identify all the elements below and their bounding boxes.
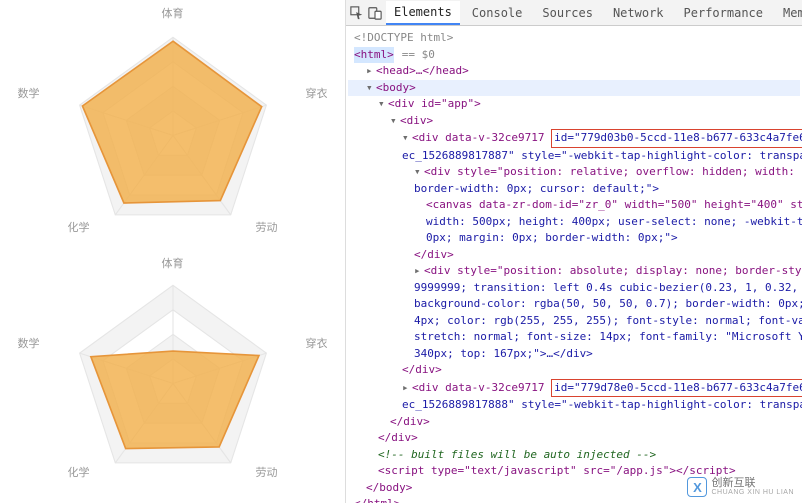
code-text: 0px; margin: 0px; border-width: 0px;"> <box>348 230 800 247</box>
code-text: ec_1526889817887" style="-webkit-tap-hig… <box>348 148 800 165</box>
chart-container-2[interactable]: ▸<div data-v-32ce9717 id="779d78e0-5ccd-… <box>348 379 800 398</box>
logo-icon: X <box>687 477 707 497</box>
device-toggle-icon[interactable] <box>368 4 382 22</box>
close-div: </div> <box>348 362 800 379</box>
tab-performance[interactable]: Performance <box>676 2 771 24</box>
close-div: </div> <box>348 247 800 264</box>
devtools-tab-bar: Elements Console Sources Network Perform… <box>346 0 802 26</box>
code-text: width: 500px; height: 400px; user-select… <box>348 214 800 231</box>
radar-chart-2: 体育 穿衣 劳动 化学 数学 <box>8 255 338 500</box>
close-div: </div> <box>348 414 800 431</box>
watermark-sub: CHUANG XIN HU LIAN <box>711 489 794 497</box>
html-close: </html> <box>348 496 800 503</box>
code-text: border-width: 0px; cursor: default;"> <box>348 181 800 198</box>
doctype-line: <!DOCTYPE html> <box>348 30 800 47</box>
code-text: stretch: normal; font-size: 14px; font-f… <box>348 329 800 346</box>
axis-label: 数学 <box>18 335 40 351</box>
axis-label: 劳动 <box>256 219 278 235</box>
axis-label: 穿衣 <box>306 85 328 101</box>
code-text: 4px; color: rgb(255, 255, 255); font-sty… <box>348 313 800 330</box>
tab-sources[interactable]: Sources <box>534 2 601 24</box>
head-node[interactable]: ▸<head>…</head> <box>348 63 800 80</box>
axis-label: 劳动 <box>256 464 278 480</box>
radar-chart-1: 体育 穿衣 劳动 化学 数学 <box>8 5 338 255</box>
div-app-node[interactable]: ▾<div id="app"> <box>348 96 800 113</box>
code-text: 340px; top: 167px;">…</div> <box>348 346 800 363</box>
dom-tree[interactable]: <!DOCTYPE html> <html>== $0 ▸<head>…</he… <box>346 26 802 503</box>
axis-label: 数学 <box>18 85 40 101</box>
tab-memory[interactable]: Memory <box>775 2 802 24</box>
canvas-node[interactable]: <canvas data-zr-dom-id="zr_0" width="500… <box>348 197 800 214</box>
tab-elements[interactable]: Elements <box>386 1 460 25</box>
watermark-brand: 创新互联 <box>711 477 794 489</box>
axis-label: 体育 <box>162 255 184 271</box>
html-open-line[interactable]: <html>== $0 <box>348 47 800 64</box>
relative-div-node[interactable]: ▾<div style="position: relative; overflo… <box>348 164 800 181</box>
axis-label: 化学 <box>68 464 90 480</box>
inspect-icon[interactable] <box>350 4 364 22</box>
code-text: ec_1526889817888" style="-webkit-tap-hig… <box>348 397 800 414</box>
close-div: </div> <box>348 430 800 447</box>
body-node[interactable]: ▾<body> <box>348 80 800 97</box>
code-text: 9999999; transition: left 0.4s cubic-bez… <box>348 280 800 297</box>
code-text: background-color: rgba(50, 50, 50, 0.7);… <box>348 296 800 313</box>
div-plain-node[interactable]: ▾<div> <box>348 113 800 130</box>
tab-network[interactable]: Network <box>605 2 672 24</box>
comment-line: <!-- built files will be auto injected -… <box>348 447 800 464</box>
charts-panel: 体育 穿衣 劳动 化学 数学 体育 <box>0 0 345 503</box>
axis-label: 化学 <box>68 219 90 235</box>
axis-label: 体育 <box>162 5 184 21</box>
tab-console[interactable]: Console <box>464 2 531 24</box>
chart-container-1[interactable]: ▾<div data-v-32ce9717 id="779d03b0-5ccd-… <box>348 129 800 148</box>
tooltip-div-node[interactable]: ▸<div style="position: absolute; display… <box>348 263 800 280</box>
watermark: X 创新互联 CHUANG XIN HU LIAN <box>687 477 794 497</box>
devtools-panel: Elements Console Sources Network Perform… <box>345 0 802 503</box>
axis-label: 穿衣 <box>306 335 328 351</box>
